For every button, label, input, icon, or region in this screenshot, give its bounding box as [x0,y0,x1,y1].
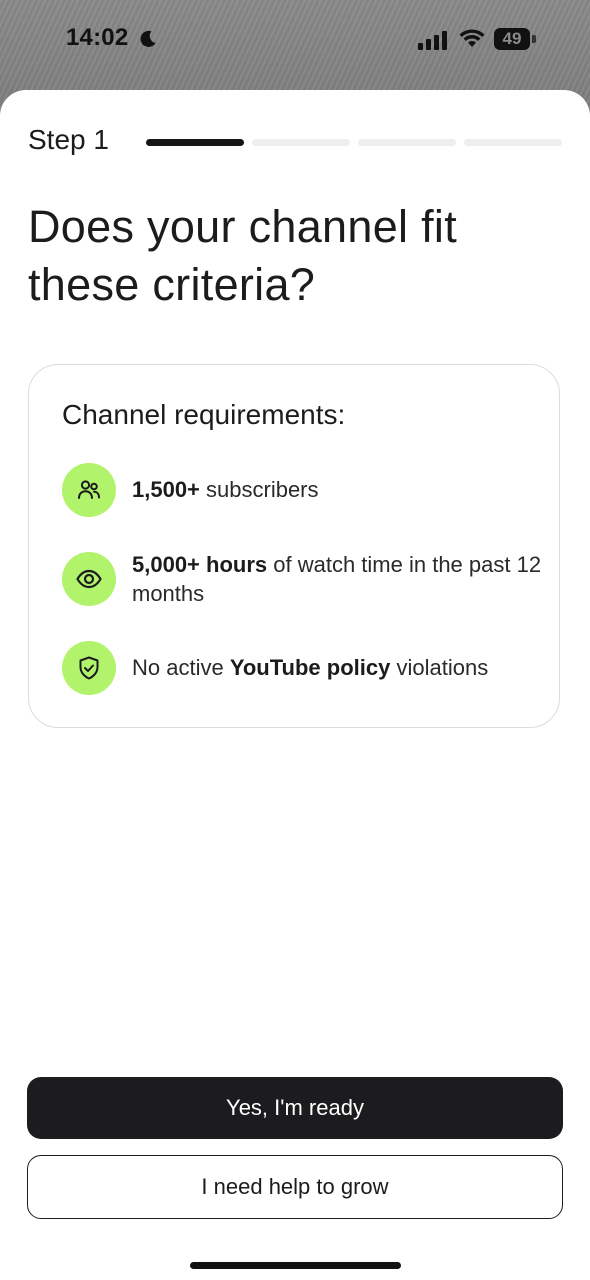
eye-icon [62,552,116,606]
signal-icon [418,31,447,50]
page-title: Does your channel fit these criteria? [28,201,458,310]
moon-icon [140,30,156,47]
bottom-sheet: Step 1 Does your channel fit these crite… [0,90,590,1280]
requirement-text: No active YouTube policy violations [132,653,542,682]
requirement-bold: 5,000+ hours [132,552,268,577]
battery-level: 49 [502,29,522,48]
progress-segment-1 [146,139,244,146]
progress-segment-4 [464,139,562,146]
status-time: 14:02 [66,24,129,51]
requirement-rest: violations [390,655,489,680]
card-title: Channel requirements: [62,399,346,430]
battery-cap [532,35,536,43]
ready-button[interactable]: Yes, I'm ready [27,1077,563,1139]
progress-segment-2 [252,139,350,146]
requirement-subscribers: 1,500+ subscribers [62,463,542,517]
requirement-policy: No active YouTube policy violations [62,641,542,695]
requirements-card: Channel requirements: 1,500+ subscribers [28,364,560,728]
requirement-text: 1,500+ subscribers [132,475,542,504]
shield-check-icon [62,641,116,695]
step-progress [146,139,562,146]
help-grow-button[interactable]: I need help to grow [27,1155,563,1219]
wifi-icon [459,29,485,47]
requirement-prefix: No active [132,655,230,680]
battery-icon: 49 [494,28,530,50]
home-indicator[interactable] [190,1262,401,1269]
users-icon [62,463,116,517]
status-bar: 14:02 49 [0,0,590,86]
requirement-rest: subscribers [199,477,319,502]
step-label: Step 1 [28,124,109,155]
requirement-bold: YouTube policy [229,655,391,680]
requirement-watch-time: 5,000+ hours of watch time in the past 1… [62,552,542,610]
requirement-bold: 1,500+ [132,477,200,502]
progress-segment-3 [358,139,456,146]
requirement-text: 5,000+ hours of watch time in the past 1… [132,550,542,608]
